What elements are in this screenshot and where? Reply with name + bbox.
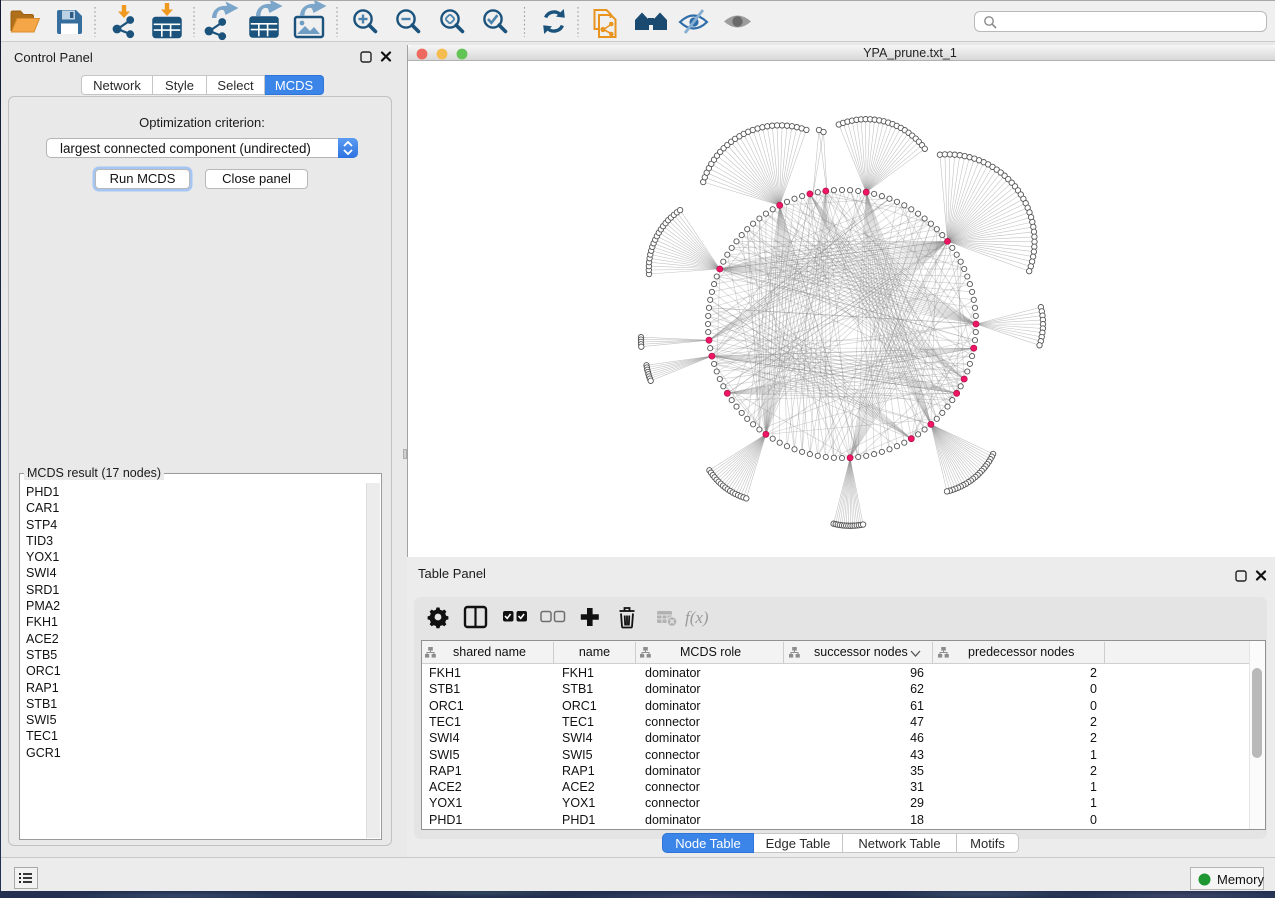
svg-text:f(x): f(x) [685, 608, 709, 627]
